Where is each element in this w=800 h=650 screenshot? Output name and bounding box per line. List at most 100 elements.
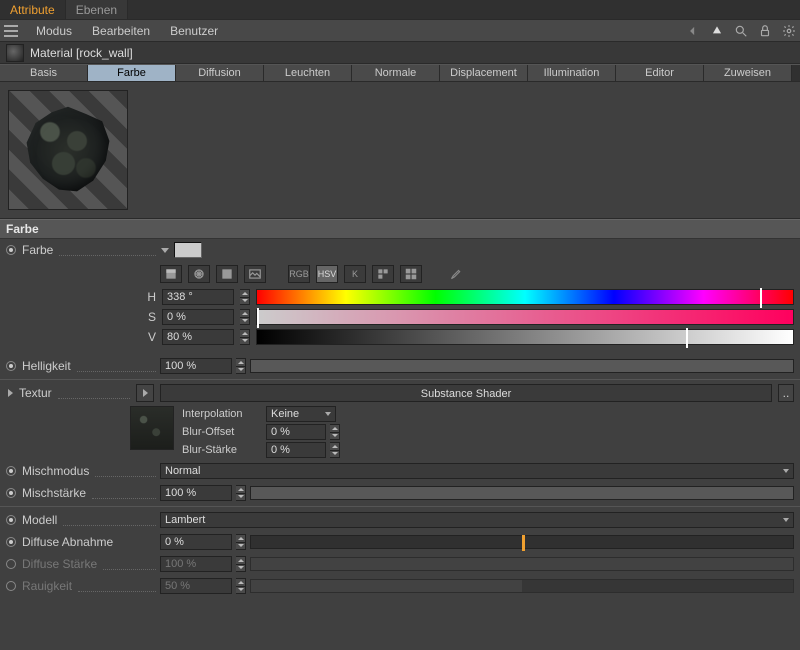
blur-offset-input[interactable]: 0 % bbox=[266, 424, 326, 440]
val-input[interactable]: 80 % bbox=[162, 329, 234, 345]
menu-bar: Modus Bearbeiten Benutzer bbox=[0, 20, 800, 42]
tab-diffusion[interactable]: Diffusion bbox=[176, 65, 264, 81]
roughness-input: 50 % bbox=[160, 578, 232, 594]
tab-basis[interactable]: Basis bbox=[0, 65, 88, 81]
brightness-input[interactable]: 100 % bbox=[160, 358, 232, 374]
texture-shader-field[interactable]: Substance Shader bbox=[160, 384, 772, 402]
tab-leuchten[interactable]: Leuchten bbox=[264, 65, 352, 81]
diffuse-strength-spinner bbox=[236, 556, 246, 572]
blur-strength-input[interactable]: 0 % bbox=[266, 442, 326, 458]
gear-icon[interactable] bbox=[782, 24, 796, 38]
diffuse-falloff-spinner[interactable] bbox=[236, 534, 246, 550]
sat-input[interactable]: 0 % bbox=[162, 309, 234, 325]
blur-offset-label: Blur-Offset bbox=[182, 426, 262, 438]
picker-mixer-icon[interactable] bbox=[372, 265, 394, 283]
texture-expand-icon[interactable] bbox=[8, 389, 13, 397]
hue-input[interactable]: 338 ° bbox=[162, 289, 234, 305]
mixmode-radio[interactable] bbox=[6, 466, 16, 476]
brightness-spinner[interactable] bbox=[236, 358, 246, 374]
model-label: Modell bbox=[22, 513, 57, 527]
tab-illumination[interactable]: Illumination bbox=[528, 65, 616, 81]
menu-grip-icon[interactable] bbox=[4, 25, 18, 37]
interpolation-dropdown[interactable]: Keine bbox=[266, 406, 336, 422]
val-spinner[interactable] bbox=[240, 329, 250, 345]
texture-thumbnail[interactable] bbox=[130, 406, 174, 450]
rock-preview bbox=[23, 105, 113, 195]
picker-rgb-button[interactable]: RGB bbox=[288, 265, 310, 283]
diffuse-falloff-slider[interactable] bbox=[250, 535, 794, 549]
interpolation-label: Interpolation bbox=[182, 408, 262, 420]
texture-label: Textur bbox=[19, 386, 52, 400]
sat-slider[interactable] bbox=[256, 309, 794, 325]
diffuse-strength-input: 100 % bbox=[160, 556, 232, 572]
mixmode-label: Mischmodus bbox=[22, 464, 89, 478]
menu-edit[interactable]: Bearbeiten bbox=[84, 24, 158, 38]
mixstrength-label: Mischstärke bbox=[22, 486, 86, 500]
texture-play-button[interactable] bbox=[136, 384, 154, 402]
sat-spinner[interactable] bbox=[240, 309, 250, 325]
section-color-header: Farbe bbox=[0, 219, 800, 239]
brightness-slider[interactable] bbox=[250, 359, 794, 373]
color-label: Farbe bbox=[22, 243, 53, 257]
picker-swatch-icon[interactable] bbox=[216, 265, 238, 283]
diffuse-falloff-label: Diffuse Abnahme bbox=[22, 535, 113, 549]
color-enable-radio[interactable] bbox=[6, 245, 16, 255]
hue-label: H bbox=[142, 290, 156, 304]
eyedropper-icon[interactable] bbox=[444, 265, 466, 283]
picker-spectrum-icon[interactable] bbox=[160, 265, 182, 283]
roughness-spinner bbox=[236, 578, 246, 594]
tab-attributes[interactable]: Attribute bbox=[0, 0, 66, 19]
diffuse-strength-slider bbox=[250, 557, 794, 571]
picker-hsv-button[interactable]: HSV bbox=[316, 265, 338, 283]
diffuse-falloff-input[interactable]: 0 % bbox=[160, 534, 232, 550]
tab-displacement[interactable]: Displacement bbox=[440, 65, 528, 81]
color-disclosure[interactable] bbox=[160, 245, 170, 255]
blur-strength-spinner[interactable] bbox=[330, 442, 340, 458]
brightness-radio[interactable] bbox=[6, 361, 16, 371]
search-icon[interactable] bbox=[734, 24, 748, 38]
model-radio[interactable] bbox=[6, 515, 16, 525]
mixstrength-spinner[interactable] bbox=[236, 485, 246, 501]
color-picker-mode-row: RGB HSV K bbox=[0, 261, 800, 287]
mixmode-dropdown[interactable]: Normal bbox=[160, 463, 794, 479]
material-thumb-icon bbox=[6, 44, 24, 62]
tab-zuweisen[interactable]: Zuweisen bbox=[704, 65, 792, 81]
diffuse-strength-label: Diffuse Stärke bbox=[22, 557, 97, 571]
tab-farbe[interactable]: Farbe bbox=[88, 65, 176, 81]
menu-mode[interactable]: Modus bbox=[28, 24, 80, 38]
roughness-label: Rauigkeit bbox=[22, 579, 72, 593]
picker-swatches-icon[interactable] bbox=[400, 265, 422, 283]
val-label: V bbox=[142, 330, 156, 344]
picker-wheel-icon[interactable] bbox=[188, 265, 210, 283]
mixstrength-slider[interactable] bbox=[250, 486, 794, 500]
tab-normale[interactable]: Normale bbox=[352, 65, 440, 81]
mixstrength-input[interactable]: 100 % bbox=[160, 485, 232, 501]
blur-offset-spinner[interactable] bbox=[330, 424, 340, 440]
hue-slider[interactable] bbox=[256, 289, 794, 305]
diffuse-strength-radio bbox=[6, 559, 16, 569]
material-preview[interactable] bbox=[8, 90, 128, 210]
picker-k-button[interactable]: K bbox=[344, 265, 366, 283]
brightness-label: Helligkeit bbox=[22, 359, 71, 373]
object-header: Material [rock_wall] bbox=[0, 42, 800, 64]
picker-image-icon[interactable] bbox=[244, 265, 266, 283]
blur-strength-label: Blur-Stärke bbox=[182, 444, 262, 456]
roughness-slider bbox=[250, 579, 794, 593]
tab-layers[interactable]: Ebenen bbox=[66, 0, 128, 19]
mixstrength-radio[interactable] bbox=[6, 488, 16, 498]
channel-tabs: Basis Farbe Diffusion Leuchten Normale D… bbox=[0, 64, 800, 82]
hue-spinner[interactable] bbox=[240, 289, 250, 305]
model-dropdown[interactable]: Lambert bbox=[160, 512, 794, 528]
tab-editor[interactable]: Editor bbox=[616, 65, 704, 81]
lock-icon[interactable] bbox=[758, 24, 772, 38]
texture-browse-button[interactable]: .. bbox=[778, 384, 794, 402]
sat-label: S bbox=[142, 310, 156, 324]
arrow-left-icon[interactable] bbox=[686, 24, 700, 38]
object-title: Material [rock_wall] bbox=[30, 46, 133, 60]
roughness-radio bbox=[6, 581, 16, 591]
diffuse-falloff-radio[interactable] bbox=[6, 537, 16, 547]
color-swatch[interactable] bbox=[174, 242, 202, 258]
val-slider[interactable] bbox=[256, 329, 794, 345]
arrow-up-icon[interactable] bbox=[710, 24, 724, 38]
menu-user[interactable]: Benutzer bbox=[162, 24, 226, 38]
